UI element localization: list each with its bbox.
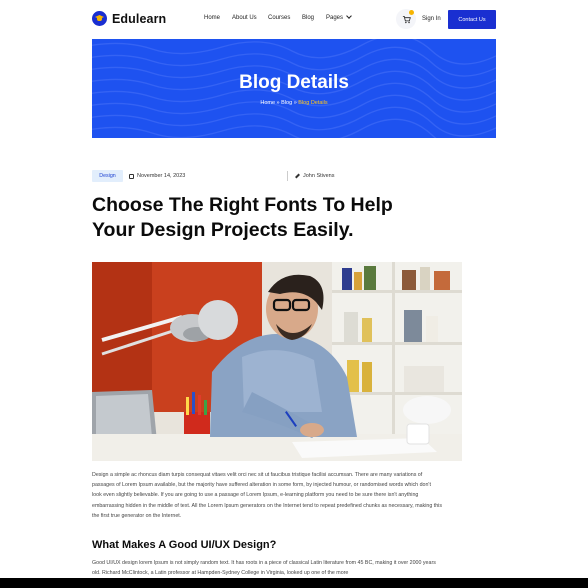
- post-title-line2: Your Design Projects Easily.: [92, 219, 354, 241]
- pen-icon: [295, 173, 300, 179]
- calendar-icon: [129, 173, 134, 179]
- cart-icon: [402, 15, 411, 23]
- graduation-cap-icon: [92, 11, 107, 26]
- nav-item-pages[interactable]: Pages: [326, 13, 352, 21]
- featured-photo-illustration: [92, 262, 462, 461]
- site-header: Edulearn Home About Us Courses Blog Page…: [0, 0, 588, 38]
- signin-link[interactable]: Sign In: [422, 16, 441, 22]
- post-date: November 14, 2023: [129, 173, 185, 179]
- post-title: Choose The Right Fonts To Help Your Desi…: [92, 193, 472, 243]
- post-author: John Stivens: [295, 173, 335, 179]
- brand-name: Edulearn: [112, 11, 167, 26]
- chevron-down-icon: [346, 13, 352, 19]
- post-paragraph-2: Good UI/UX design lorem Ipsum is not sim…: [92, 560, 436, 577]
- meta-divider: [287, 171, 288, 181]
- nav-item-home[interactable]: Home: [204, 15, 220, 21]
- nav-item-blog[interactable]: Blog: [302, 15, 314, 21]
- post-paragraph-1: Design a simple ac rhoncus diam turpis c…: [92, 472, 442, 519]
- breadcrumb-separator: »: [276, 100, 280, 106]
- brand-logo[interactable]: Edulearn: [92, 11, 166, 26]
- contact-button[interactable]: Contact Us: [448, 10, 496, 29]
- bottom-bar: [0, 578, 588, 588]
- breadcrumb-home[interactable]: Home: [260, 100, 275, 106]
- post-title-line1: Choose The Right Fonts To Help: [92, 194, 393, 216]
- breadcrumb-current: Blog Details: [298, 100, 328, 106]
- nav-item-courses[interactable]: Courses: [268, 15, 290, 21]
- post-author-name[interactable]: John Stivens: [303, 173, 335, 179]
- breadcrumb-separator: »: [293, 100, 297, 106]
- breadcrumb-blog[interactable]: Blog: [281, 100, 292, 106]
- cart-badge: [409, 10, 414, 15]
- cart-button[interactable]: [396, 9, 416, 29]
- post-featured-image: [92, 262, 462, 461]
- post-date-text: November 14, 2023: [137, 173, 186, 179]
- nav-item-pages-label: Pages: [326, 15, 344, 21]
- breadcrumb: Home » Blog » Blog Details: [92, 100, 496, 106]
- section-heading: What Makes A Good UI/UX Design?: [92, 539, 277, 551]
- page-title: Blog Details: [239, 72, 349, 93]
- page-hero: Blog Details Home » Blog » Blog Details: [92, 39, 496, 138]
- category-tag[interactable]: Design: [92, 170, 123, 182]
- nav-item-about[interactable]: About Us: [232, 15, 257, 21]
